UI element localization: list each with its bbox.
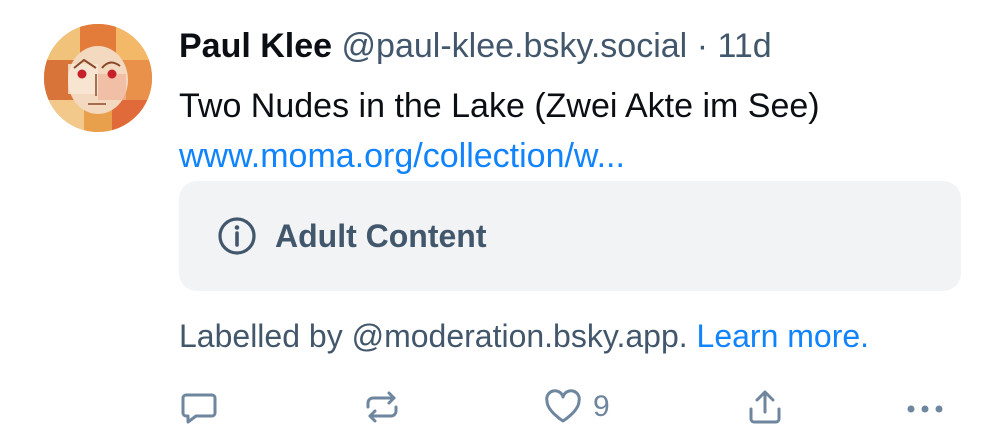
repost-arrows-icon	[366, 391, 398, 423]
repost-button[interactable]	[362, 383, 402, 431]
learn-more-link[interactable]: Learn more.	[697, 318, 870, 354]
share-upload-icon	[749, 390, 781, 424]
content-warning-label: Adult Content	[275, 218, 487, 254]
post-header: Paul Klee @paul-klee.bsky.social · 11d	[179, 24, 969, 68]
author-avatar[interactable]	[44, 24, 152, 132]
like-count: 9	[593, 390, 610, 423]
post-actions: 9	[179, 383, 969, 433]
klee-portrait-avatar-image	[44, 24, 152, 132]
reply-button[interactable]	[179, 383, 219, 431]
share-button[interactable]	[745, 383, 785, 431]
adult-content-warning-button[interactable]: Adult Content	[179, 181, 961, 291]
speech-bubble-icon	[181, 393, 217, 424]
moderation-label-note: Labelled by @moderation.bsky.app. Learn …	[179, 314, 869, 358]
author-handle[interactable]: @paul-klee.bsky.social	[342, 27, 688, 65]
post-content: Paul Klee @paul-klee.bsky.social · 11d T…	[179, 24, 969, 178]
post-card[interactable]: Paul Klee @paul-klee.bsky.social · 11d T…	[0, 0, 1000, 447]
post-timestamp[interactable]: 11d	[717, 27, 771, 65]
header-separator: ·	[696, 27, 709, 65]
info-circle-icon	[218, 217, 256, 255]
moderation-label-text: Labelled by @moderation.bsky.app.	[179, 318, 688, 354]
post-text: Two Nudes in the Lake (Zwei Akte im See)	[179, 87, 820, 125]
more-options-button[interactable]	[903, 383, 947, 431]
post-link[interactable]: www.moma.org/collection/w...	[179, 134, 969, 178]
like-button[interactable]: 9	[543, 383, 610, 431]
ellipsis-icon	[907, 405, 943, 413]
author-display-name[interactable]: Paul Klee	[179, 27, 332, 65]
heart-icon	[545, 389, 581, 423]
